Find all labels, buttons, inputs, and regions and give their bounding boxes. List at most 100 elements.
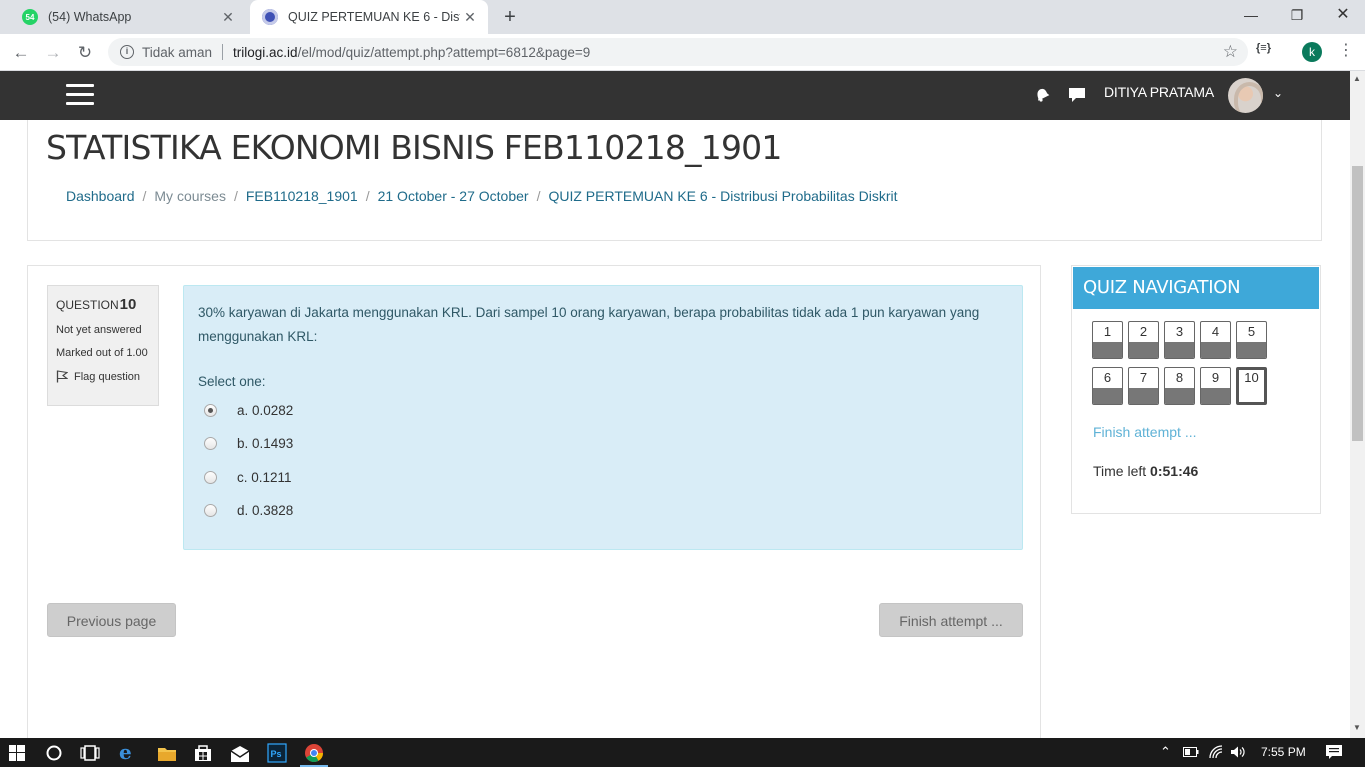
quiz-navigation-block: QUIZ NAVIGATION 1 2 3 4 5 6 7 8 9 10 Fin…	[1071, 265, 1321, 514]
mail-icon[interactable]	[230, 744, 250, 764]
address-bar[interactable]: i Tidak aman trilogi.ac.id/el/mod/quiz/a…	[108, 38, 1248, 66]
windows-taskbar: e Ps ⌃ 7:55 PM	[0, 738, 1365, 767]
quiz-nav-question-7[interactable]: 7	[1128, 367, 1159, 405]
profile-avatar[interactable]: k	[1302, 42, 1322, 62]
photoshop-icon[interactable]: Ps	[267, 743, 287, 763]
quiz-nav-question-3[interactable]: 3	[1164, 321, 1195, 359]
extension-icon[interactable]: {≡}	[1256, 42, 1271, 54]
scrollbar-thumb[interactable]	[1352, 166, 1363, 441]
breadcrumb-separator: /	[233, 188, 238, 204]
flag-icon	[56, 370, 68, 383]
minimize-button[interactable]: —	[1228, 0, 1274, 30]
volume-icon[interactable]	[1230, 745, 1246, 759]
notification-center-icon[interactable]	[1325, 744, 1343, 760]
radio-selected[interactable]	[204, 404, 217, 417]
close-icon[interactable]: ✕	[218, 9, 238, 26]
task-view-icon[interactable]	[80, 744, 100, 762]
hamburger-menu-icon[interactable]	[66, 84, 94, 106]
bookmark-star-icon[interactable]: ☆	[1223, 42, 1238, 62]
answer-option-a[interactable]: a. 0.0282	[204, 403, 293, 418]
quiz-nav-question-5[interactable]: 5	[1236, 321, 1267, 359]
breadcrumb-dashboard[interactable]: Dashboard	[66, 188, 135, 204]
site-navbar: DITIYA PRATAMA ⌄	[0, 71, 1350, 120]
finish-attempt-button[interactable]: Finish attempt ...	[879, 603, 1023, 637]
page-viewport: DITIYA PRATAMA ⌄ STATISTIKA EKONOMI BISN…	[0, 71, 1350, 738]
answer-label: c. 0.1211	[237, 470, 292, 485]
answer-label: b. 0.1493	[237, 436, 294, 451]
radio[interactable]	[204, 471, 217, 484]
finish-attempt-link[interactable]: Finish attempt ...	[1093, 424, 1196, 440]
system-clock[interactable]: 7:55 PM	[1261, 745, 1306, 759]
radio[interactable]	[204, 504, 217, 517]
quiz-nav-question-1[interactable]: 1	[1092, 321, 1123, 359]
quiz-nav-question-8[interactable]: 8	[1164, 367, 1195, 405]
file-explorer-icon[interactable]	[157, 744, 177, 764]
wifi-icon[interactable]	[1208, 744, 1224, 760]
battery-icon[interactable]	[1183, 746, 1199, 758]
breadcrumb: Dashboard / My courses / FEB110218_1901 …	[66, 188, 898, 204]
quiz-nav-question-2[interactable]: 2	[1128, 321, 1159, 359]
new-tab-button[interactable]: +	[498, 5, 522, 29]
question-number-value: 10	[119, 296, 137, 313]
breadcrumb-week[interactable]: 21 October - 27 October	[378, 188, 529, 204]
svg-text:Ps: Ps	[271, 749, 282, 759]
store-icon[interactable]	[193, 743, 213, 763]
tab-quiz[interactable]: QUIZ PERTEMUAN KE 6 - Distribu ✕	[250, 0, 488, 34]
breadcrumb-quiz[interactable]: QUIZ PERTEMUAN KE 6 - Distribusi Probabi…	[548, 188, 897, 204]
site-favicon-icon	[262, 9, 278, 25]
user-name[interactable]: DITIYA PRATAMA	[1104, 84, 1214, 100]
quiz-main-region: QUESTION 10 Not yet answered Marked out o…	[27, 265, 1041, 738]
info-icon[interactable]: i	[120, 45, 134, 59]
page-scrollbar[interactable]: ▲ ▼	[1350, 71, 1365, 738]
forward-icon[interactable]: →	[40, 40, 66, 66]
quiz-nav-question-4[interactable]: 4	[1200, 321, 1231, 359]
notification-bell-icon[interactable]	[1034, 86, 1050, 102]
tab-whatsapp[interactable]: 54 (54) WhatsApp ✕	[10, 0, 246, 34]
close-icon[interactable]: ✕	[460, 9, 480, 26]
question-text: 30% karyawan di Jakarta menggunakan KRL.…	[198, 305, 980, 344]
page-header: STATISTIKA EKONOMI BISNIS FEB110218_1901…	[27, 120, 1322, 241]
quiz-nav-question-9[interactable]: 9	[1200, 367, 1231, 405]
tab-title: QUIZ PERTEMUAN KE 6 - Distribu	[288, 10, 460, 24]
browser-tab-strip: 54 (54) WhatsApp ✕ QUIZ PERTEMUAN KE 6 -…	[0, 0, 1365, 34]
security-status: Tidak aman	[142, 44, 213, 60]
breadcrumb-course[interactable]: FEB110218_1901	[246, 188, 358, 204]
reload-icon[interactable]: ↻	[72, 40, 98, 66]
back-icon[interactable]: ←	[8, 40, 34, 66]
question-info: QUESTION 10 Not yet answered Marked out o…	[47, 285, 159, 406]
breadcrumb-separator: /	[365, 188, 370, 204]
windows-start-icon[interactable]	[9, 745, 25, 761]
address-toolbar: ← → ↻ i Tidak aman trilogi.ac.id/el/mod/…	[0, 34, 1365, 71]
quiz-nav-question-6[interactable]: 6	[1092, 367, 1123, 405]
quiz-navigation-title: QUIZ NAVIGATION	[1073, 267, 1319, 309]
url-host: trilogi.ac.id	[233, 44, 298, 60]
chevron-up-icon[interactable]: ⌃	[1160, 744, 1171, 760]
edge-browser-icon[interactable]: e	[119, 742, 139, 762]
scroll-up-icon[interactable]: ▲	[1353, 74, 1361, 83]
window-close-button[interactable]: ✕	[1320, 0, 1365, 30]
question-grade: Marked out of 1.00	[56, 347, 148, 359]
answer-option-d[interactable]: d. 0.3828	[204, 503, 293, 518]
whatsapp-icon: 54	[22, 9, 38, 25]
restore-button[interactable]: ❐	[1274, 0, 1320, 30]
question-formulation: 30% karyawan di Jakarta menggunakan KRL.…	[183, 285, 1023, 550]
radio[interactable]	[204, 437, 217, 450]
answer-label: a. 0.0282	[237, 403, 294, 418]
message-icon[interactable]	[1068, 87, 1086, 103]
search-icon[interactable]	[45, 744, 63, 762]
answer-option-b[interactable]: b. 0.1493	[204, 436, 293, 451]
answer-option-c[interactable]: c. 0.1211	[204, 470, 292, 485]
avatar[interactable]	[1228, 78, 1263, 113]
previous-page-button[interactable]: Previous page	[47, 603, 176, 637]
scroll-down-icon[interactable]: ▼	[1353, 723, 1361, 732]
browser-menu-icon[interactable]: ⋮	[1338, 40, 1354, 60]
page-title: STATISTIKA EKONOMI BISNIS FEB110218_1901	[46, 128, 782, 167]
divider	[222, 44, 224, 60]
quiz-nav-question-10-current[interactable]: 10	[1236, 367, 1267, 405]
breadcrumb-my-courses[interactable]: My courses	[154, 188, 226, 204]
time-left: Time left 0:51:46	[1093, 463, 1198, 479]
chevron-down-icon[interactable]: ⌄	[1273, 86, 1283, 100]
flag-question-link[interactable]: Flag question	[56, 370, 150, 383]
breadcrumb-separator: /	[536, 188, 541, 204]
chrome-icon[interactable]	[304, 743, 324, 763]
